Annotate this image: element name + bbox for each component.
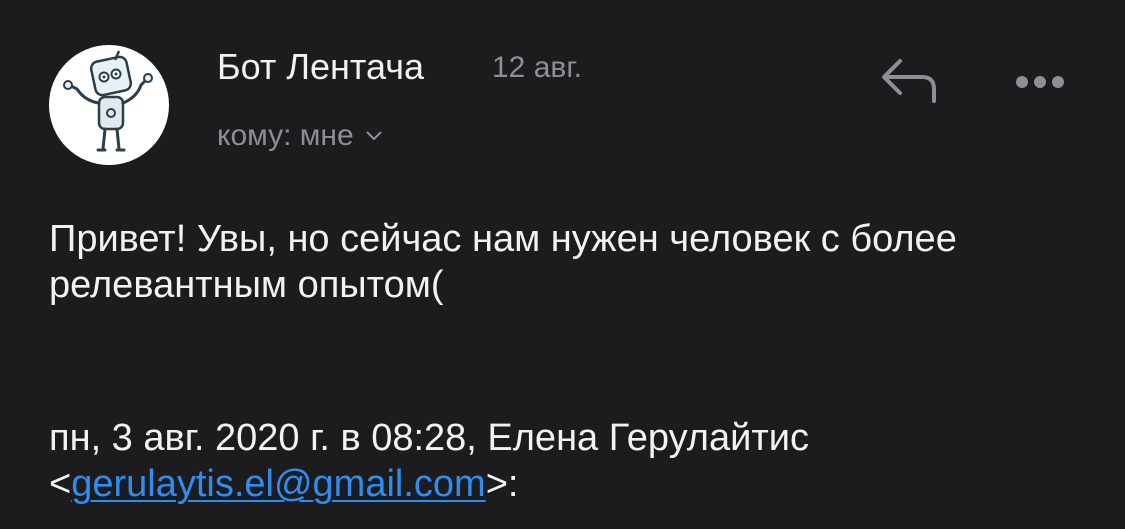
quote-attribution: пн, 3 авг. 2020 г. в 08:28, Елена Герула… bbox=[49, 417, 809, 459]
reply-icon bbox=[882, 59, 936, 103]
recipient-toggle[interactable]: кому: мне bbox=[217, 116, 382, 156]
sender-avatar[interactable] bbox=[49, 45, 169, 165]
message-date: 12 авг. bbox=[492, 51, 582, 84]
quote-header: пн, 3 авг. 2020 г. в 08:28, Елена Герула… bbox=[49, 415, 1109, 507]
sender-email-link[interactable]: gerulaytis.el@gmail.com bbox=[71, 463, 486, 505]
chevron-down-icon bbox=[366, 131, 382, 141]
more-button[interactable] bbox=[1008, 60, 1072, 104]
quote-open-bracket: < bbox=[49, 463, 72, 505]
robot-avatar-icon bbox=[63, 50, 153, 152]
more-icon bbox=[1016, 76, 1064, 88]
sender-name[interactable]: Бот Лентача bbox=[217, 46, 424, 88]
reply-button[interactable] bbox=[876, 55, 940, 107]
quote-close-bracket: >: bbox=[485, 463, 519, 505]
recipient-label: кому: мне bbox=[217, 119, 354, 152]
message-body: Привет! Увы, но сейчас нам нужен человек… bbox=[49, 218, 957, 306]
quote-email-line: <gerulaytis.el@gmail.com>: bbox=[49, 461, 1109, 507]
